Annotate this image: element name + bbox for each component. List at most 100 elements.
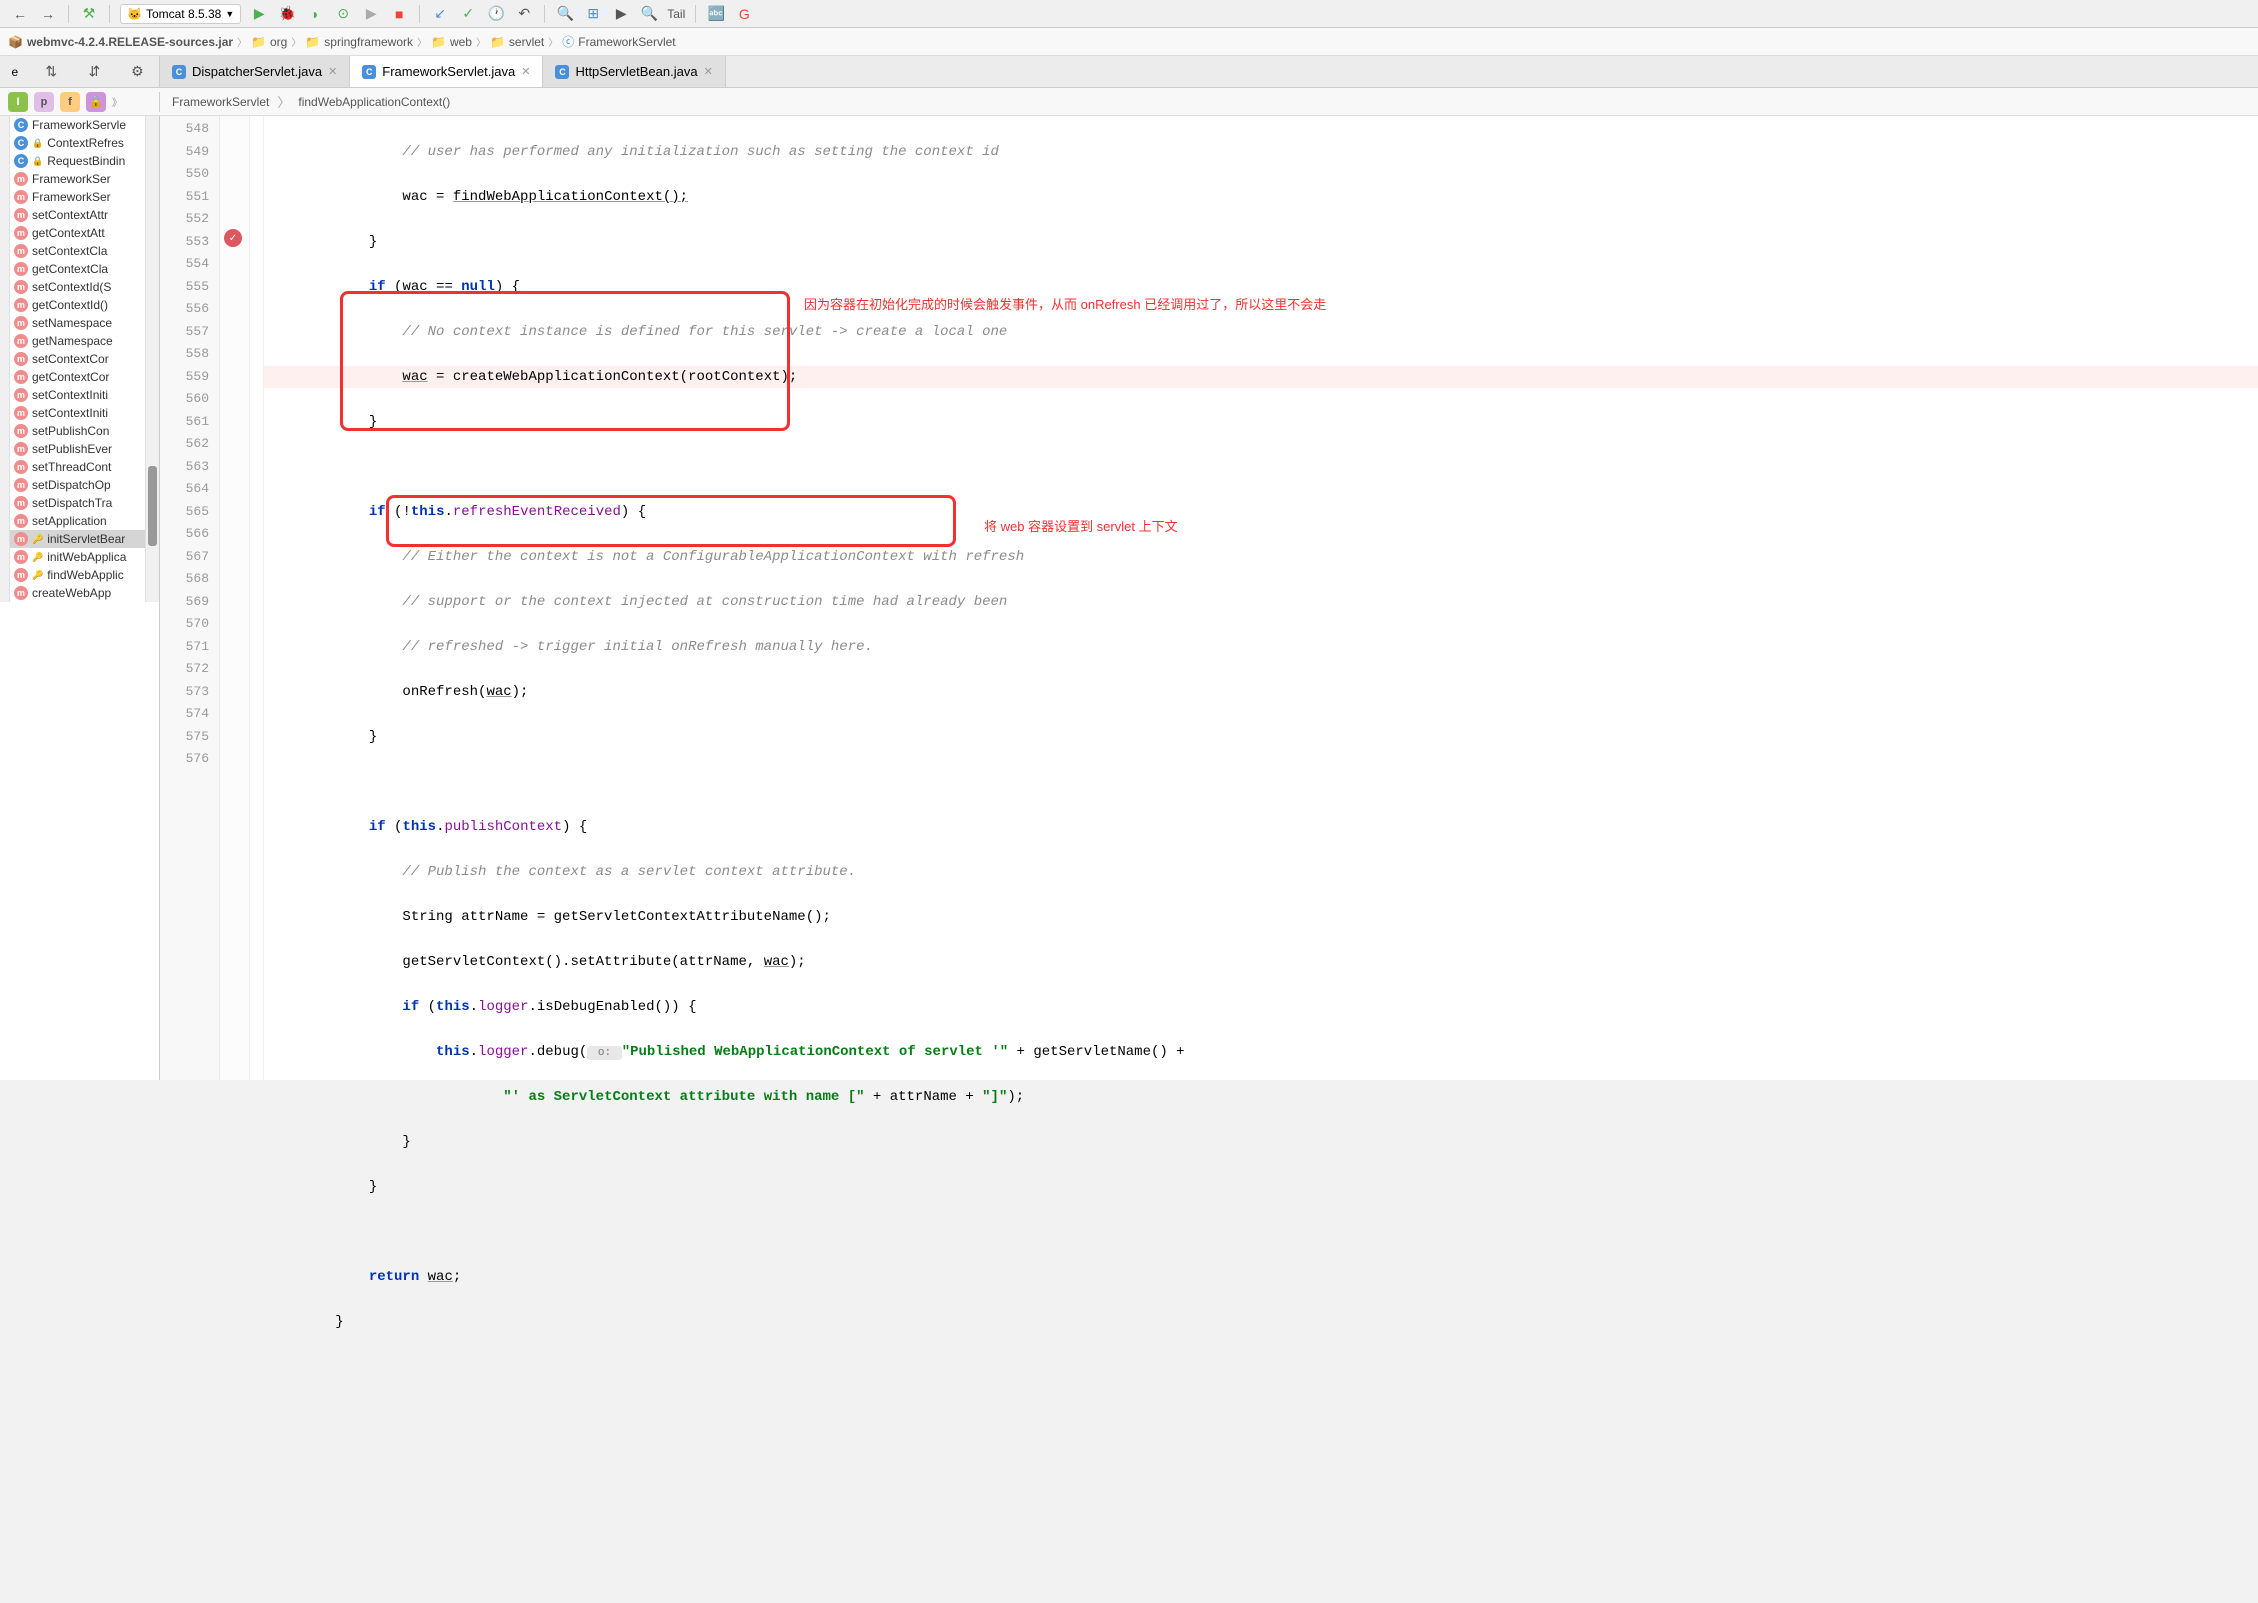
structure-item[interactable]: C🔒ContextRefres [10,134,145,152]
structure-item[interactable]: msetThreadCont [10,458,145,476]
search-icon[interactable]: 🔍 [555,4,575,24]
line-number[interactable]: 571 [160,636,209,659]
nav-back-icon[interactable]: ← [10,4,30,24]
breakpoint-icon[interactable] [224,229,242,247]
structure-item[interactable]: mgetContextAtt [10,224,145,242]
line-number[interactable]: 569 [160,591,209,614]
line-number[interactable]: 570 [160,613,209,636]
line-number[interactable]: 557 [160,321,209,344]
structure-item[interactable]: mFrameworkSer [10,188,145,206]
filter-field-icon[interactable]: f [60,92,80,112]
line-number[interactable]: 565 [160,501,209,524]
structure-item[interactable]: msetNamespace [10,314,145,332]
close-icon[interactable]: ✕ [328,65,337,78]
close-icon[interactable]: ✕ [521,65,530,78]
project-label[interactable]: e [12,65,19,79]
find-icon[interactable]: 🔍 [639,4,659,24]
nav-fwd-icon[interactable]: → [38,4,58,24]
line-number[interactable]: 575 [160,726,209,749]
line-number[interactable]: 564 [160,478,209,501]
line-number[interactable]: 549 [160,141,209,164]
structure-item[interactable]: mgetContextId() [10,296,145,314]
gear-icon[interactable]: ⚙ [127,62,147,82]
tail-label[interactable]: Tail [667,7,685,21]
structure-item[interactable]: msetContextAttr [10,206,145,224]
line-number[interactable]: 558 [160,343,209,366]
run-config-dropdown[interactable]: 🐱 Tomcat 8.5.38 ▼ [120,4,241,24]
line-gutter[interactable]: 5485495505515525535545555565575585595605… [160,116,220,1080]
vcs-history-icon[interactable]: 🕐 [486,4,506,24]
structure-item[interactable]: msetDispatchOp [10,476,145,494]
collapse-icon[interactable]: ⇵ [84,62,104,82]
line-number[interactable]: 573 [160,681,209,704]
tab-dispatcher[interactable]: C DispatcherServlet.java ✕ [160,56,350,87]
translate-icon[interactable]: 🔤 [706,4,726,24]
line-number[interactable]: 567 [160,546,209,569]
tab-httpbean[interactable]: C HttpServletBean.java ✕ [543,56,725,87]
structure-item[interactable]: m🔑initWebApplica [10,548,145,566]
structure-item[interactable]: msetPublishCon [10,422,145,440]
line-number[interactable]: 568 [160,568,209,591]
line-number[interactable]: 559 [160,366,209,389]
tab-framework[interactable]: C FrameworkServlet.java ✕ [350,56,543,87]
line-number[interactable]: 563 [160,456,209,479]
line-number[interactable]: 560 [160,388,209,411]
chevron-right-icon[interactable]: 》 [112,94,122,109]
line-number[interactable]: 551 [160,186,209,209]
build-icon[interactable]: ⚒ [79,4,99,24]
structure-item[interactable]: msetPublishEver [10,440,145,458]
structure-item[interactable]: mcreateWebApp [10,584,145,602]
structure-item[interactable]: msetApplication [10,512,145,530]
coverage-icon[interactable]: ◗ [305,4,325,24]
line-number[interactable]: 566 [160,523,209,546]
structure-item[interactable]: m🔑findWebApplic [10,566,145,584]
structure-item[interactable]: m🔑initServletBear [10,530,145,548]
vcs-update-icon[interactable]: ↙ [430,4,450,24]
structure-icon[interactable]: ⊞ [583,4,603,24]
stop-icon[interactable]: ■ [389,4,409,24]
structure-item[interactable]: C🔒RequestBindin [10,152,145,170]
debug-icon[interactable]: 🐞 [277,4,297,24]
structure-item[interactable]: mgetNamespace [10,332,145,350]
line-number[interactable]: 562 [160,433,209,456]
line-number[interactable]: 548 [160,118,209,141]
code-editor[interactable]: 5485495505515525535545555565575585595605… [160,116,2258,1080]
structure-item[interactable]: msetContextCla [10,242,145,260]
structure-item[interactable]: mgetContextCla [10,260,145,278]
crumb-class[interactable]: ⓒFrameworkServlet [562,33,675,50]
expand-icon[interactable]: ⇅ [41,62,61,82]
structure-item[interactable]: msetContextIniti [10,404,145,422]
fold-column[interactable] [250,116,264,1080]
run-icon[interactable]: ▶ [249,4,269,24]
line-number[interactable]: 572 [160,658,209,681]
google-icon[interactable]: G [734,4,754,24]
filter-interface-icon[interactable]: I [8,92,28,112]
vcs-revert-icon[interactable]: ↶ [514,4,534,24]
crumb-folder[interactable]: 📁org [251,35,287,49]
structure-item[interactable]: msetContextIniti [10,386,145,404]
structure-item[interactable]: mgetContextCor [10,368,145,386]
line-number[interactable]: 555 [160,276,209,299]
line-number[interactable]: 550 [160,163,209,186]
code-area[interactable]: // user has performed any initialization… [264,116,2258,1080]
filter-private-icon[interactable]: 🔒 [86,92,106,112]
line-number[interactable]: 561 [160,411,209,434]
line-number[interactable]: 554 [160,253,209,276]
structure-item[interactable]: mFrameworkSer [10,170,145,188]
close-icon[interactable]: ✕ [704,65,713,78]
sidebar-scrollbar[interactable] [145,116,159,602]
filter-property-icon[interactable]: p [34,92,54,112]
crumb-folder[interactable]: 📁web [431,35,472,49]
context-method[interactable]: findWebApplicationContext() [298,95,450,109]
profile-icon[interactable]: ⊙ [333,4,353,24]
structure-item[interactable]: msetDispatchTra [10,494,145,512]
crumb-folder[interactable]: 📁springframework [305,35,413,49]
line-number[interactable]: 576 [160,748,209,771]
line-number[interactable]: 556 [160,298,209,321]
context-class[interactable]: FrameworkServlet [172,95,269,109]
structure-item[interactable]: msetContextId(S [10,278,145,296]
line-number[interactable]: 574 [160,703,209,726]
structure-item[interactable]: msetContextCor [10,350,145,368]
structure-item[interactable]: CFrameworkServle [10,116,145,134]
line-number[interactable]: 552 [160,208,209,231]
